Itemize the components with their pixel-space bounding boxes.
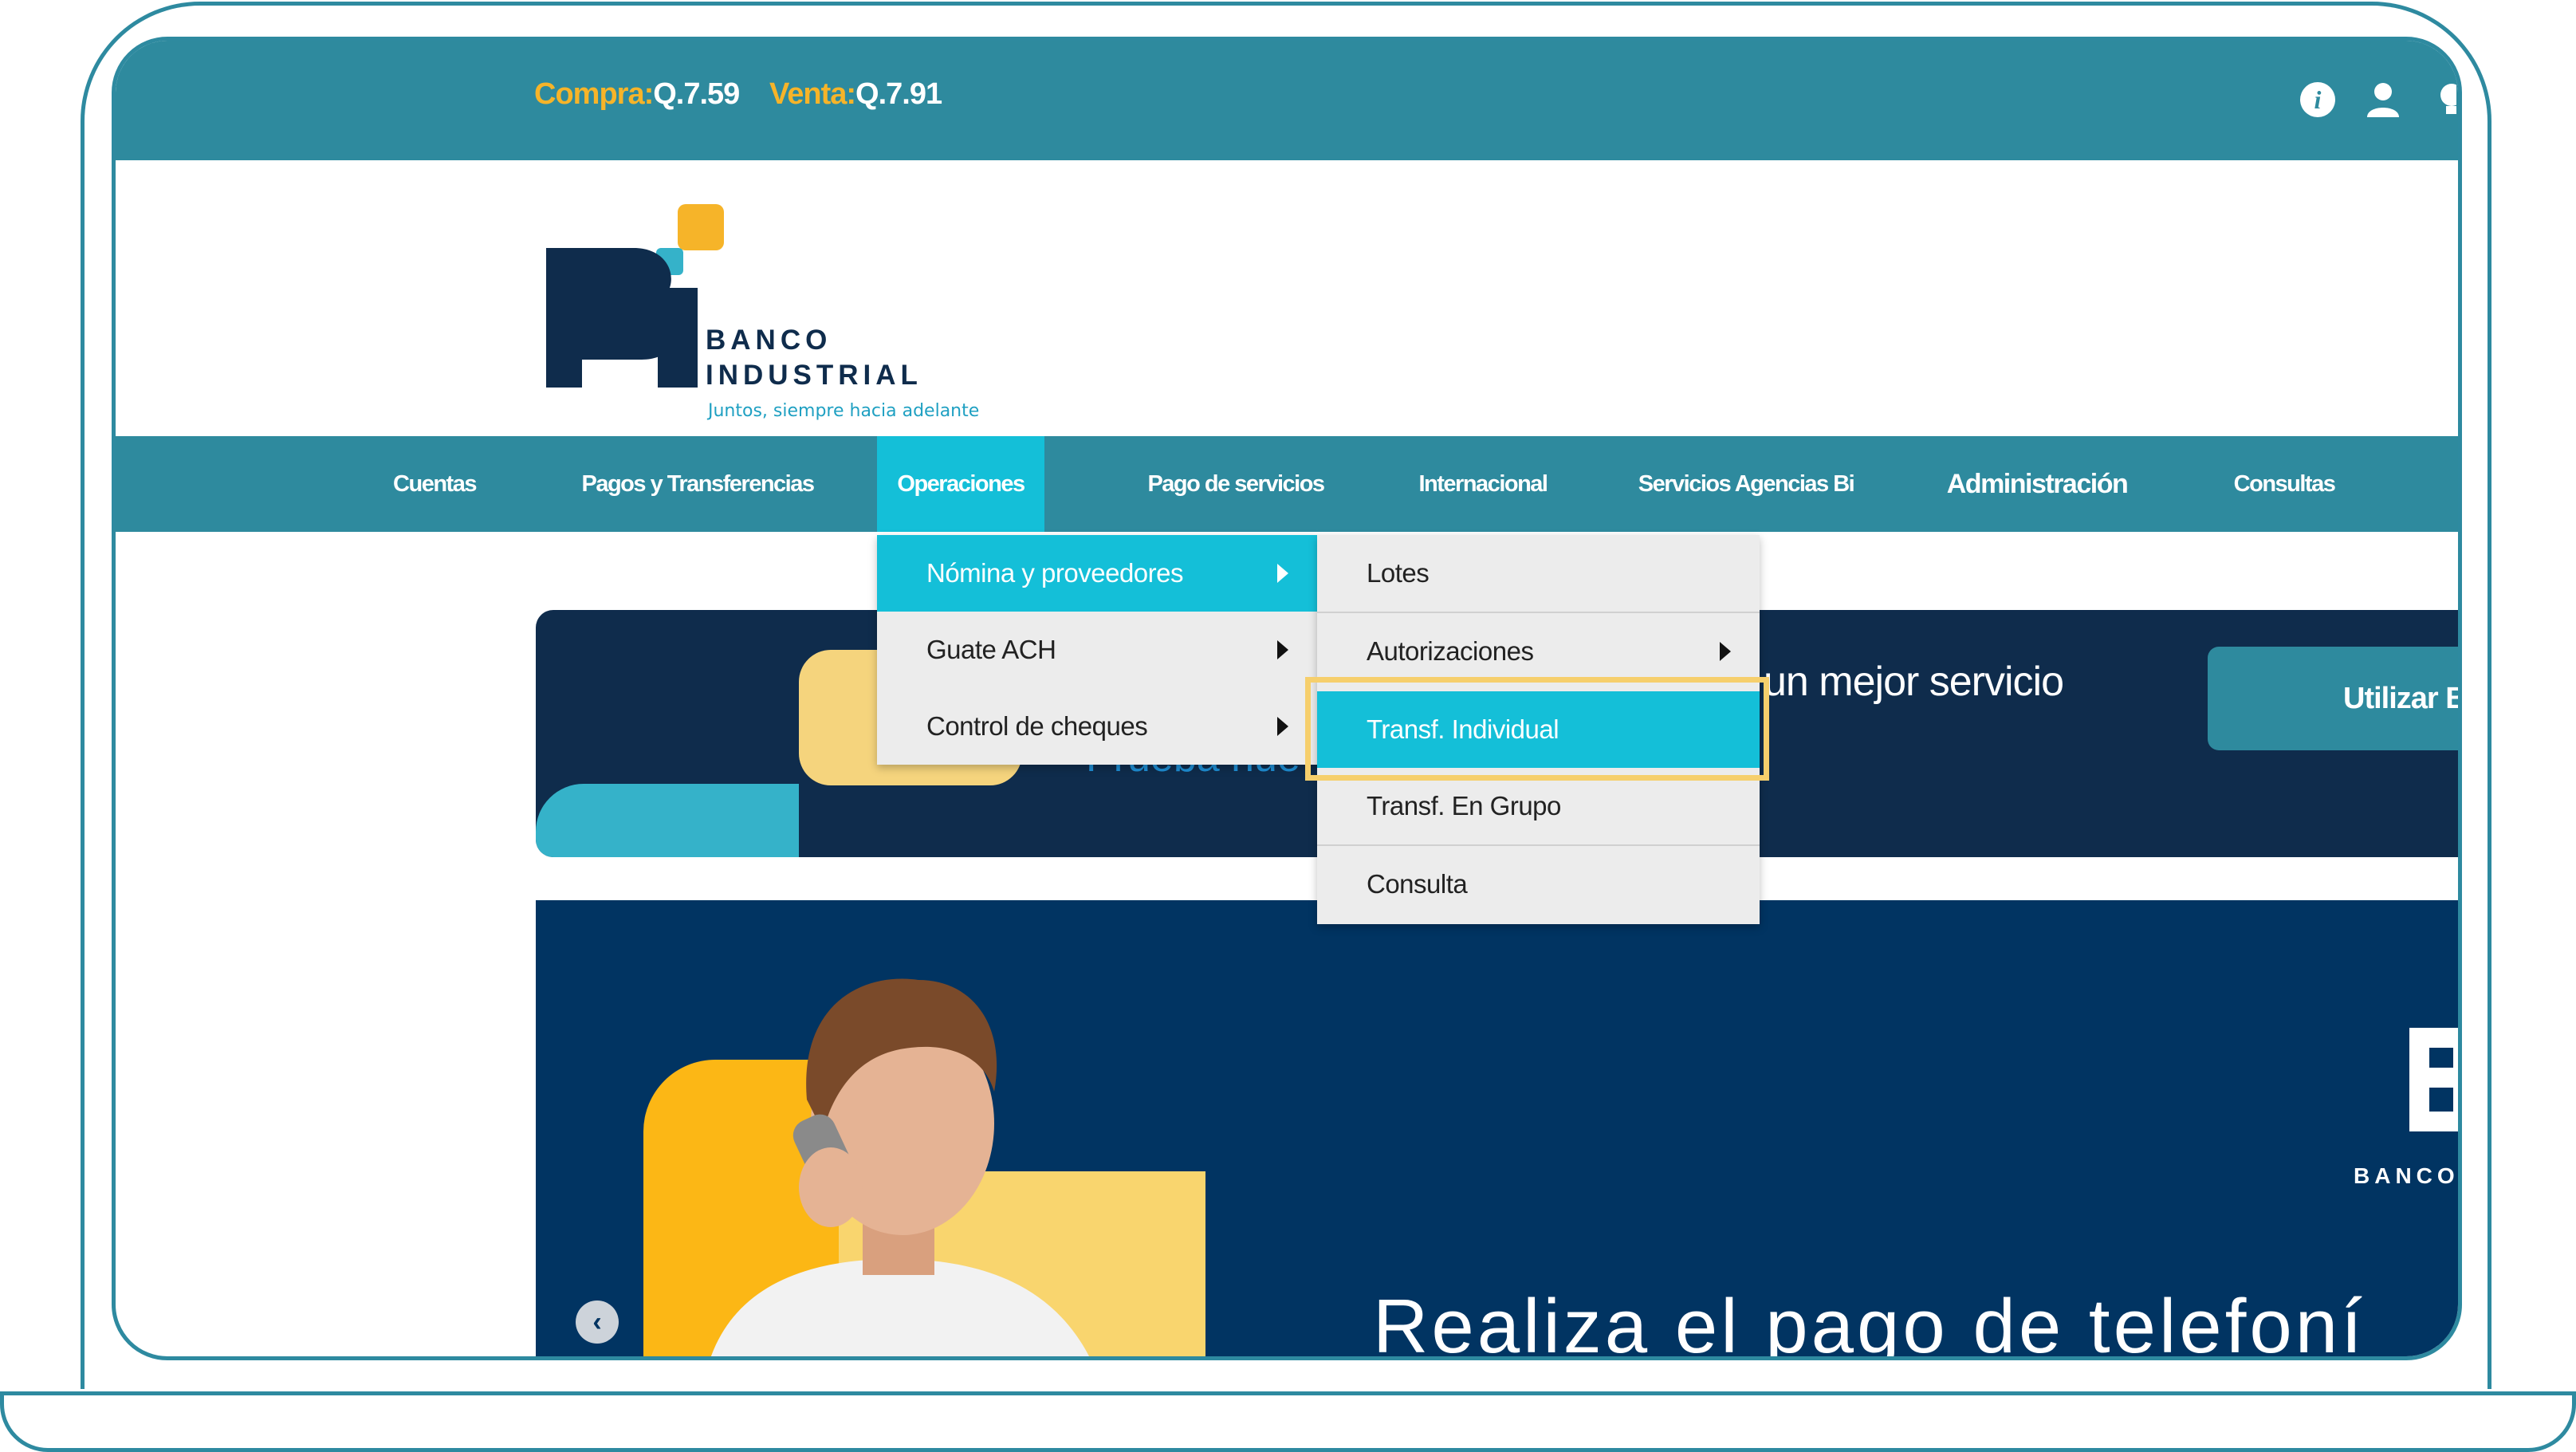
menu-item-label: Control de cheques (926, 711, 1148, 741)
nav-operaciones[interactable]: Operaciones (877, 436, 1044, 532)
highlight-box (1305, 677, 1769, 781)
operaciones-menu: Nómina y proveedores Guate ACH Control d… (877, 535, 1317, 765)
hero-carousel: ‹ Realiza el pago de telefoní BANCO II (536, 900, 2460, 1360)
info-icon[interactable]: i (2299, 81, 2337, 119)
menu-item-lotes[interactable]: Lotes (1317, 535, 1760, 612)
menu-item-nomina-proveedores[interactable]: Nómina y proveedores (877, 535, 1317, 612)
submenu-arrow-icon (1277, 564, 1288, 583)
nav-internacional[interactable]: Internacional (1391, 436, 1575, 532)
use-bi-button[interactable]: Utilizar B (2208, 647, 2458, 750)
top-bar: Compra:Q.7.59 Venta:Q.7.91 i (116, 41, 2458, 160)
menu-item-control-cheques[interactable]: Control de cheques (877, 688, 1317, 765)
menu-item-guate-ach[interactable]: Guate ACH (877, 612, 1317, 688)
submenu-arrow-icon (1277, 717, 1288, 736)
brand-name-line2: INDUSTRIAL (706, 360, 922, 391)
menu-item-label: Nómina y proveedores (926, 558, 1184, 588)
banner-shape-teal (536, 784, 799, 857)
laptop-base (0, 1391, 2576, 1452)
nav-administracion[interactable]: Administración (1917, 436, 2157, 532)
nav-cuentas[interactable]: Cuentas (355, 436, 514, 532)
menu-item-label: Guate ACH (926, 635, 1056, 664)
menu-item-label: Autorizaciones (1367, 636, 1534, 666)
hero-bi-logo (2409, 1028, 2458, 1131)
browser-screen: Compra:Q.7.59 Venta:Q.7.91 i BANCO INDUS… (112, 37, 2462, 1360)
buy-rate: Compra:Q.7.59 (534, 77, 740, 112)
sell-rate-label: Venta: (769, 77, 856, 111)
nav-consultas[interactable]: Consultas (2204, 436, 2364, 532)
banner-headline: un mejor servicio (1764, 659, 2064, 705)
menu-item-consulta[interactable]: Consulta (1317, 844, 1760, 921)
submenu-arrow-icon (1277, 640, 1288, 659)
nav-servicios-agencias[interactable]: Servicios Agencias Bi (1614, 436, 1878, 532)
brand-tagline: Juntos, siempre hacia adelante (708, 401, 980, 421)
bank-logo[interactable]: BANCO INDUSTRIAL Juntos, siempre hacia a… (546, 200, 1072, 421)
carousel-prev-arrow[interactable]: ‹ (576, 1301, 619, 1344)
main-nav: Cuentas Pagos y Transferencias Operacion… (116, 436, 2458, 532)
nav-pagos-transferencias[interactable]: Pagos y Transferencias (550, 436, 845, 532)
buy-rate-label: Compra: (534, 77, 654, 111)
lightbulb-icon[interactable] (2432, 81, 2456, 119)
hero-caption: Realiza el pago de telefoní (1373, 1284, 2366, 1360)
submenu-arrow-icon (1720, 642, 1731, 661)
sell-rate: Venta:Q.7.91 (769, 77, 942, 112)
sell-rate-value: Q.7.91 (855, 77, 942, 111)
svg-text:i: i (2314, 85, 2322, 114)
man-on-phone-image (710, 978, 1089, 1356)
nav-pago-servicios[interactable]: Pago de servicios (1120, 436, 1351, 532)
user-icon[interactable] (2364, 81, 2402, 119)
hero-logo-label: BANCO II (2354, 1163, 2460, 1188)
buy-rate-value: Q.7.59 (653, 77, 740, 111)
brand-name-line1: BANCO (706, 325, 832, 356)
